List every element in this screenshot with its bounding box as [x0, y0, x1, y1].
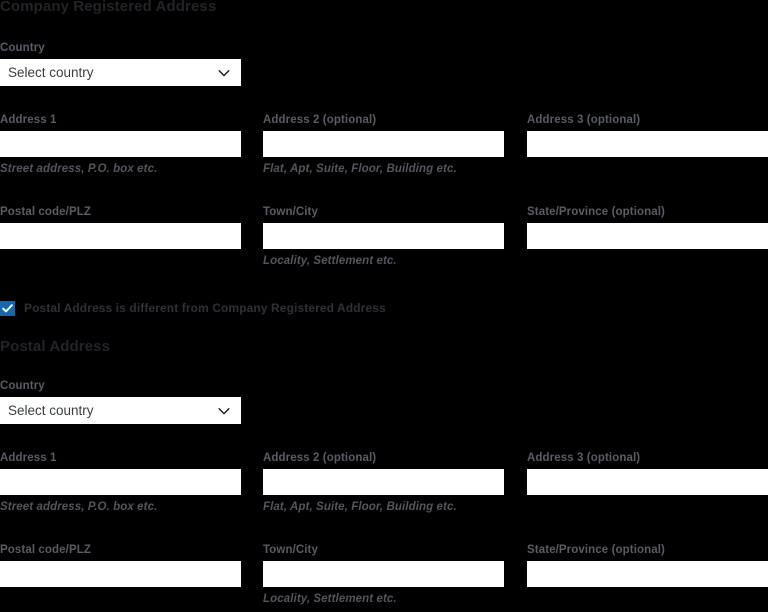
town-city-helper-s1: Locality, Settlement etc.	[263, 255, 397, 267]
state-province-label-s1: State/Province (optional)	[527, 206, 665, 218]
address-1-input-s2[interactable]	[0, 469, 241, 495]
postal-code-input-s1[interactable]	[0, 223, 241, 249]
postal-address-different-checkbox-row[interactable]: Postal Address is different from Company…	[0, 299, 386, 317]
town-city-input-s2[interactable]	[263, 561, 504, 587]
state-province-label-s2: State/Province (optional)	[527, 544, 665, 556]
postal-address-different-checkbox[interactable]	[0, 300, 15, 316]
postal-code-field-group-s2: Postal code/PLZ	[0, 543, 241, 587]
address-3-field-group-s2: Address 3 (optional)	[527, 451, 768, 495]
country-label-2: Country	[0, 380, 45, 392]
address-2-label-s1: Address 2 (optional)	[263, 114, 377, 126]
address-3-field-group-s1: Address 3 (optional)	[527, 113, 768, 157]
town-city-input-s1[interactable]	[263, 223, 504, 249]
postal-code-input-s2[interactable]	[0, 561, 241, 587]
town-city-field-group-s1: Town/City Locality, Settlement etc.	[263, 205, 504, 268]
address-2-helper-s2: Flat, Apt, Suite, Floor, Building etc.	[263, 501, 457, 513]
country-select-2[interactable]: Select country	[0, 397, 241, 424]
address-3-input-s1[interactable]	[527, 131, 768, 157]
country-field-group-2: Country Select country	[0, 379, 241, 424]
town-city-label-s2: Town/City	[263, 544, 318, 556]
address-3-label-s2: Address 3 (optional)	[527, 452, 641, 464]
town-city-helper-s2: Locality, Settlement etc.	[263, 593, 397, 605]
state-province-input-s1[interactable]	[527, 223, 768, 249]
state-province-field-group-s2: State/Province (optional)	[527, 543, 768, 587]
address-3-label-s1: Address 3 (optional)	[527, 114, 641, 126]
address-1-label-s1: Address 1	[0, 114, 57, 126]
postal-address-different-label: Postal Address is different from Company…	[24, 300, 386, 315]
address-2-input-s1[interactable]	[263, 131, 504, 157]
address-form-page: Company Registered Address Country Selec…	[0, 0, 768, 612]
country-label-1: Country	[0, 42, 45, 54]
postal-code-label-s1: Postal code/PLZ	[0, 206, 91, 218]
country-select-wrapper-1[interactable]: Select country	[0, 59, 241, 86]
address-row-1-section-1: Address 1 Street address, P.O. box etc. …	[0, 113, 768, 183]
postal-code-label-s2: Postal code/PLZ	[0, 544, 91, 556]
country-select-1[interactable]: Select country	[0, 59, 241, 86]
country-select-wrapper-2[interactable]: Select country	[0, 397, 241, 424]
address-1-input-s1[interactable]	[0, 131, 241, 157]
address-row-2-section-2: Postal code/PLZ Town/City Locality, Sett…	[0, 543, 768, 612]
address-3-input-s2[interactable]	[527, 469, 768, 495]
town-city-label-s1: Town/City	[263, 206, 318, 218]
address-2-helper-s1: Flat, Apt, Suite, Floor, Building etc.	[263, 163, 457, 175]
postal-code-field-group-s1: Postal code/PLZ	[0, 205, 241, 249]
address-1-label-s2: Address 1	[0, 452, 57, 464]
town-city-field-group-s2: Town/City Locality, Settlement etc.	[263, 543, 504, 606]
address-2-label-s2: Address 2 (optional)	[263, 452, 377, 464]
section-heading-company-registered-address: Company Registered Address	[0, 0, 217, 15]
address-1-field-group-s2: Address 1 Street address, P.O. box etc.	[0, 451, 241, 514]
address-row-2-section-1: Postal code/PLZ Town/City Locality, Sett…	[0, 205, 768, 275]
address-1-helper-s1: Street address, P.O. box etc.	[0, 163, 158, 175]
address-1-helper-s2: Street address, P.O. box etc.	[0, 501, 158, 513]
address-1-field-group-s1: Address 1 Street address, P.O. box etc.	[0, 113, 241, 176]
address-2-input-s2[interactable]	[263, 469, 504, 495]
section-heading-postal-address: Postal Address	[0, 338, 111, 355]
country-field-group-1: Country Select country	[0, 41, 241, 86]
address-2-field-group-s1: Address 2 (optional) Flat, Apt, Suite, F…	[263, 113, 504, 176]
state-province-field-group-s1: State/Province (optional)	[527, 205, 768, 249]
address-2-field-group-s2: Address 2 (optional) Flat, Apt, Suite, F…	[263, 451, 504, 514]
state-province-input-s2[interactable]	[527, 561, 768, 587]
address-row-1-section-2: Address 1 Street address, P.O. box etc. …	[0, 451, 768, 521]
checkmark-icon	[2, 303, 13, 312]
